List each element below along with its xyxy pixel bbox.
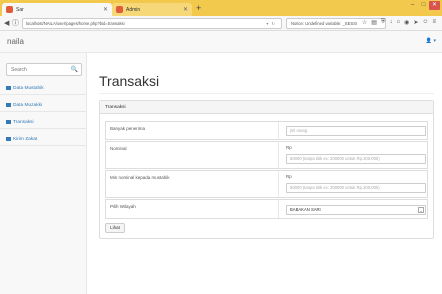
- url-text: localhost/NAILA/user/pages/home.php?bid=…: [26, 21, 125, 26]
- minimize-button[interactable]: –: [407, 1, 418, 10]
- form-row-nominal: Nominal Rp 50000 (tanpa titik ex: 200000…: [105, 141, 428, 169]
- brand-link[interactable]: naila: [7, 37, 24, 46]
- form-row-pilih-wilayah: Pilih Wilayah BABAKAN SARI ⌄: [105, 199, 428, 219]
- sidebar-item-data-muzakki[interactable]: Data Muzakki: [0, 99, 86, 112]
- tab-favicon-icon: [6, 6, 13, 13]
- divider: [278, 142, 279, 168]
- star-icon[interactable]: ☆: [362, 19, 367, 26]
- reload-icon[interactable]: ↻: [271, 21, 278, 26]
- sidebar-item-label: Kirim Zakat: [13, 137, 38, 142]
- window-controls: – □ ✕: [407, 1, 440, 10]
- lihat-button[interactable]: Lihat: [105, 223, 125, 233]
- banyak-penerima-input[interactable]: jml orang: [286, 126, 426, 136]
- field-label: Pilih Wilayah: [110, 204, 136, 209]
- divider: [278, 171, 279, 197]
- globe-icon[interactable]: ◉: [404, 19, 409, 26]
- sidebar: 🔍 Data Mustahik Data Muzakki Transaksi K…: [0, 53, 87, 294]
- back-icon[interactable]: ◀: [4, 19, 9, 28]
- search-icon[interactable]: 🔍: [71, 66, 78, 73]
- browser-navbar: ◀ ⓘ localhost/NAILA/user/pages/home.php?…: [0, 16, 442, 31]
- wilayah-select[interactable]: BABAKAN SARI ⌄: [286, 205, 426, 215]
- panel-heading: Transaksi: [100, 101, 433, 114]
- main-content: Transaksi Transaksi Banyak penerima jml …: [87, 53, 442, 294]
- currency-prefix: Rp: [286, 145, 292, 150]
- sidebar-item-label: Transaksi: [13, 120, 34, 125]
- transaksi-panel: Transaksi Banyak penerima jml orang Nomi…: [99, 100, 434, 239]
- toolbar-icons: ☆ ▤ ⛨ ↓ ⌂ ◉ ➤ ☺ ≡: [362, 19, 436, 26]
- table-icon: [6, 136, 11, 141]
- sidebar-item-label: Data Muzakki: [13, 103, 43, 108]
- field-label: Min nominal kepada mustahik: [110, 175, 170, 180]
- new-tab-button[interactable]: +: [196, 3, 201, 13]
- smiley-icon[interactable]: ☺: [422, 19, 428, 26]
- browser-tab-admin[interactable]: Admin ✕: [112, 3, 192, 16]
- maximize-button[interactable]: □: [418, 1, 429, 10]
- app-navbar: naila 👤 ▾: [0, 31, 442, 53]
- select-value: BABAKAN SARI: [290, 207, 321, 212]
- nominal-input[interactable]: 50000 (tanpa titik ex: 200000 untuk Rp.2…: [286, 154, 426, 164]
- field-label: Nominal: [110, 146, 127, 151]
- download-icon[interactable]: ↓: [389, 19, 392, 26]
- tab-favicon-icon: [116, 6, 123, 13]
- sidebar-item-data-mustahik[interactable]: Data Mustahik: [0, 82, 86, 95]
- form-row-min-nominal: Min nominal kepada mustahik Rp 50000 (ta…: [105, 170, 428, 198]
- url-bar[interactable]: localhost/NAILA/user/pages/home.php?bid=…: [22, 18, 282, 29]
- divider: [278, 122, 279, 139]
- sidebar-search: 🔍: [6, 63, 82, 76]
- info-icon[interactable]: ⓘ: [12, 19, 19, 28]
- page-title: Transaksi: [99, 73, 160, 89]
- sidebar-item-transaksi[interactable]: Transaksi: [0, 116, 86, 129]
- tab-label: Admin: [126, 6, 141, 13]
- tab-close-icon[interactable]: ✕: [103, 6, 108, 13]
- home-icon[interactable]: ⌂: [396, 19, 400, 26]
- field-label: Banyak penerima: [110, 126, 146, 131]
- form-row-banyak-penerima: Banyak penerima jml orang: [105, 121, 428, 140]
- clipboard-icon[interactable]: ▤: [371, 19, 377, 26]
- sidebar-search-input[interactable]: [7, 64, 67, 75]
- tab-close-icon[interactable]: ✕: [183, 6, 188, 13]
- browser-tab-bar: Sar ✕ Admin ✕ + – □ ✕: [0, 0, 442, 16]
- divider: [99, 93, 434, 94]
- tab-label: Sar: [16, 6, 24, 13]
- sidebar-item-kirim-zakat[interactable]: Kirim Zakat: [0, 133, 86, 146]
- min-nominal-input[interactable]: 50000 (tanpa titik ex: 200000 untuk Rp.2…: [286, 183, 426, 193]
- table-icon: [6, 85, 11, 90]
- currency-prefix: Rp: [286, 174, 292, 179]
- sidebar-item-label: Data Mustahik: [13, 86, 44, 91]
- divider: [278, 200, 279, 218]
- chevron-down-icon[interactable]: ⌄: [418, 207, 424, 213]
- close-window-button[interactable]: ✕: [429, 1, 440, 10]
- table-icon: [6, 119, 11, 124]
- table-icon: [6, 102, 11, 107]
- menu-icon[interactable]: ≡: [432, 19, 436, 26]
- shield-icon[interactable]: ⛨: [381, 19, 386, 26]
- user-menu-dropdown[interactable]: 👤 ▾: [426, 38, 436, 44]
- send-icon[interactable]: ➤: [413, 19, 418, 26]
- browser-tab-sar[interactable]: Sar ✕: [2, 3, 112, 16]
